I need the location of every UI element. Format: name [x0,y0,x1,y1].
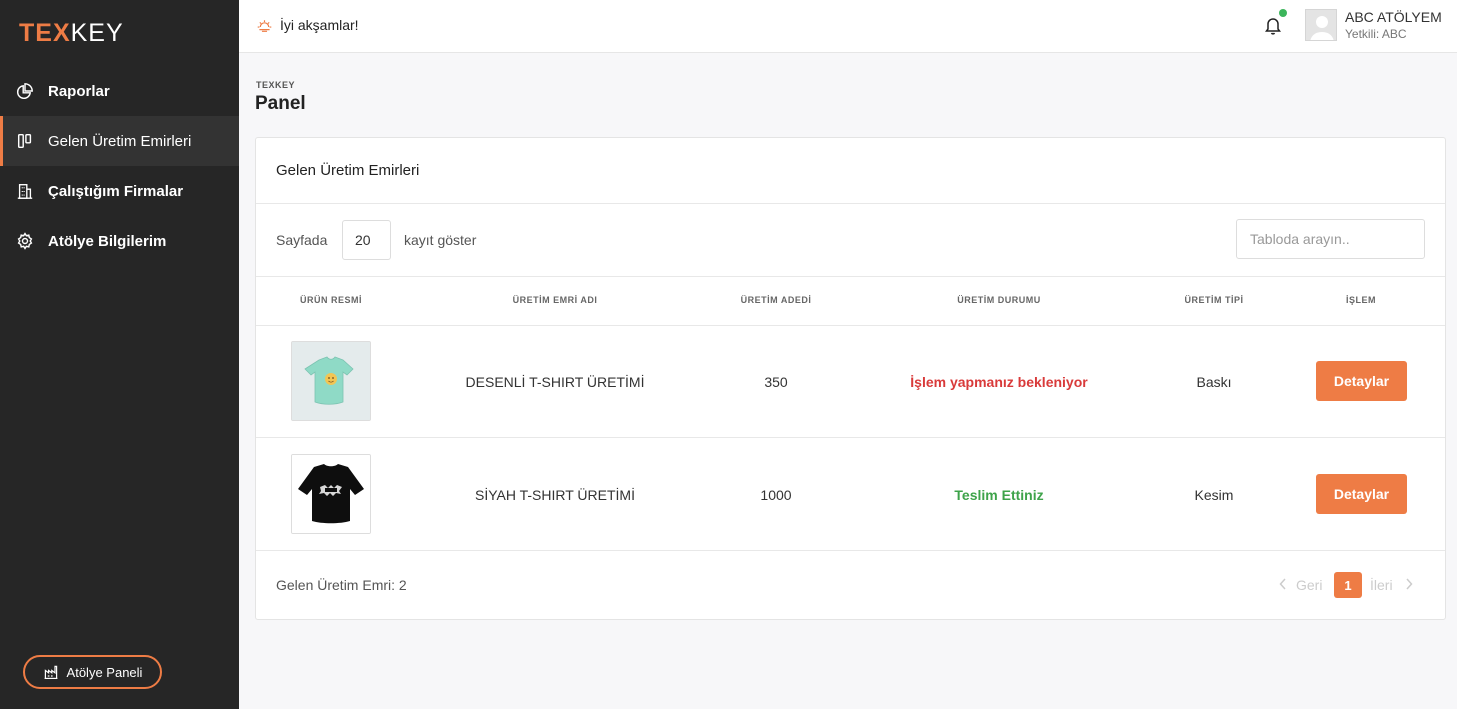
sunset-icon [257,20,272,32]
user-role: Yetkili: ABC [1345,27,1407,41]
topbar: İyi akşamlar! ABC ATÖLYEM Yetkili: ABC [239,0,1457,53]
brand-logo-part1: TEX [19,19,71,47]
tshirt-black-image [292,455,370,533]
sidebar-item-label: Atölye Bilgilerim [48,232,167,250]
sidebar-item-label: Raporlar [48,82,110,100]
page-title: Panel [255,93,306,114]
column-header-islem: İŞLEM [1345,295,1377,305]
brand-logo-part2: KEY [70,19,124,47]
pagination-next-label: İleri [1370,577,1393,593]
order-name: SİYAH T-SHIRT ÜRETİMİ [475,487,635,503]
detaylar-button[interactable]: Detaylar [1316,361,1407,401]
product-image[interactable] [291,454,371,534]
order-type: Baskı [1196,374,1232,390]
brand-logo[interactable]: TEXKEY [19,19,124,47]
user-placeholder-icon [1306,10,1336,40]
notification-bell-icon[interactable] [1264,15,1282,35]
order-status: İşlem yapmanız bekleniyor [910,374,1088,390]
gear-icon [16,232,34,250]
pagination-prev[interactable]: Geri [1279,572,1322,598]
column-header-uretim-adedi: ÜRETİM ADEDİ [740,295,812,305]
product-image[interactable] [291,341,371,421]
sidebar-item-gelen-uretim-emirleri[interactable]: Gelen Üretim Emirleri [0,116,239,166]
column-header-uretim-emri-adi: ÜRETİM EMRİ ADI [512,295,598,305]
column-header-urun-resmi: ÜRÜN RESMİ [299,295,363,305]
sidebar-item-label: Çalıştığım Firmalar [48,182,184,200]
pagination-page-1[interactable]: 1 [1334,572,1362,598]
divider [256,203,1445,204]
table-search-input[interactable] [1236,219,1425,259]
card-title: Gelen Üretim Emirleri [276,162,420,179]
user-name: ABC ATÖLYEM [1345,9,1442,25]
divider [256,325,1445,326]
greeting-text: İyi akşamlar! [280,16,359,33]
atolye-paneli-button[interactable]: Atölye Paneli [23,655,162,689]
columns-icon [16,132,34,150]
order-count: Gelen Üretim Emri: 2 [276,577,407,593]
sidebar-item-calistigim-firmalar[interactable]: Çalıştığım Firmalar [0,166,239,216]
chevron-left-icon [1279,577,1287,593]
sidebar-item-atolye-bilgilerim[interactable]: Atölye Bilgilerim [0,216,239,266]
sidebar-item-raporlar[interactable]: Raporlar [0,66,239,116]
order-qty: 1000 [760,487,792,503]
divider [256,437,1445,438]
avatar[interactable] [1305,9,1337,41]
factory-icon [44,665,57,679]
sidebar-nav: Raporlar Gelen Üretim Emirleri Çalıştığı… [0,66,239,266]
atolye-paneli-label: Atölye Paneli [66,664,143,680]
per-page-select[interactable]: 20 [342,220,391,260]
pagination-prev-label: Geri [1296,577,1323,593]
detaylar-button[interactable]: Detaylar [1316,474,1407,514]
breadcrumb: TEXKEY [256,80,296,90]
column-header-uretim-tipi: ÜRETİM TİPİ [1184,295,1244,305]
sidebar-item-label: Gelen Üretim Emirleri [48,132,192,150]
order-qty: 350 [764,374,788,390]
pie-chart-icon [16,82,34,100]
order-type: Kesim [1194,487,1234,503]
pagination-next[interactable]: İleri [1370,572,1413,598]
order-name: DESENLİ T-SHIRT ÜRETİMİ [465,374,645,390]
column-header-uretim-durumu: ÜRETİM DURUMU [957,295,1041,305]
divider [256,550,1445,551]
orders-card: Gelen Üretim Emirleri Sayfada 20 kayıt g… [255,137,1446,620]
per-page-suffix: kayıt göster [404,232,477,248]
chevron-right-icon [1405,577,1413,593]
notification-dot [1279,9,1287,17]
tshirt-mint-image [292,342,370,420]
sidebar: TEXKEY Raporlar Gelen Üretim Emirleri Ça… [0,0,239,709]
divider [256,276,1445,277]
building-icon [16,182,34,200]
per-page-label: Sayfada [276,232,328,248]
order-status: Teslim Ettiniz [954,487,1044,503]
greeting: İyi akşamlar! [256,16,359,33]
